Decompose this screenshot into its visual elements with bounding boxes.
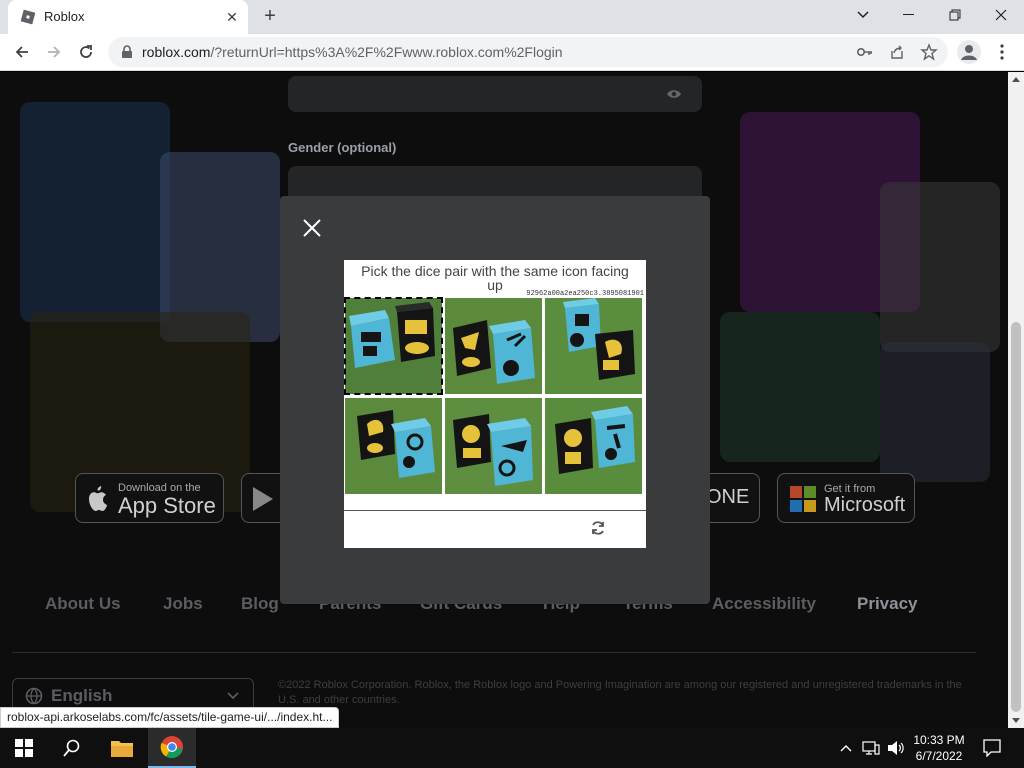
captcha-tile-5[interactable] — [445, 398, 542, 494]
clock-date: 6/7/2022 — [915, 749, 963, 763]
dice-pair-image — [445, 298, 542, 394]
footer-link-jobs[interactable]: Jobs — [163, 594, 203, 614]
minimize-button[interactable] — [886, 0, 932, 30]
clock-time: 10:33 PM — [913, 733, 965, 747]
language-value: English — [51, 686, 113, 705]
search-button[interactable] — [48, 728, 96, 768]
network-icon — [862, 741, 880, 755]
background-thumbnail — [20, 102, 170, 322]
dice-pair-image — [445, 398, 542, 494]
microsoft-logo-icon — [790, 486, 816, 512]
search-icon — [63, 739, 80, 757]
globe-icon — [25, 687, 43, 705]
background-thumbnail — [880, 182, 1000, 352]
address-bar[interactable]: roblox.com/?returnUrl=https%3A%2F%2Fwww.… — [108, 37, 948, 67]
xbox-one-text: ONE — [706, 486, 750, 508]
page-scrollbar[interactable] — [1008, 72, 1024, 728]
scroll-up-icon[interactable] — [1012, 76, 1020, 84]
gender-label: Gender (optional) — [288, 140, 397, 155]
password-field[interactable] — [288, 76, 702, 112]
key-icon[interactable] — [856, 43, 874, 61]
bookmark-star-icon[interactable] — [920, 43, 938, 61]
browser-toolbar: roblox.com/?returnUrl=https%3A%2F%2Fwww.… — [0, 34, 1024, 71]
google-play-icon — [253, 487, 273, 511]
captcha-tile-3[interactable] — [545, 298, 642, 394]
restore-button[interactable] — [932, 0, 978, 30]
tab-search-chevron-icon[interactable] — [840, 0, 886, 30]
close-window-button[interactable] — [978, 0, 1024, 30]
scroll-thumb[interactable] — [1011, 322, 1021, 712]
captcha-tile-2[interactable] — [445, 298, 542, 394]
url-text[interactable]: roblox.com/?returnUrl=https%3A%2F%2Fwww.… — [142, 44, 563, 60]
link-status-bar: roblox-api.arkoselabs.com/fc/assets/tile… — [0, 707, 340, 728]
reload-button[interactable] — [72, 38, 100, 66]
microsoft-big-text: Microsoft — [824, 494, 906, 516]
background-thumbnail — [720, 312, 880, 462]
windows-logo-icon — [15, 739, 33, 757]
dice-pair-image — [345, 398, 442, 494]
dice-pair-image — [545, 398, 642, 494]
captcha-modal: Pick the dice pair with the same icon fa… — [280, 196, 710, 604]
file-explorer-button[interactable] — [98, 728, 146, 768]
app-store-badge[interactable]: Download on the App Store — [75, 473, 224, 523]
speaker-icon — [888, 741, 904, 755]
chevron-down-icon — [227, 692, 239, 700]
background-thumbnail — [880, 342, 990, 482]
new-tab-button[interactable]: + — [258, 5, 282, 29]
footer-link-blog[interactable]: Blog — [241, 594, 279, 614]
folder-icon — [111, 741, 133, 757]
notification-icon — [983, 739, 1001, 757]
scroll-down-icon[interactable] — [1012, 716, 1020, 724]
dice-pair-image — [545, 298, 642, 394]
url-host: roblox.com — [142, 44, 211, 60]
captcha-divider — [344, 510, 646, 511]
notifications-button[interactable] — [970, 728, 1014, 768]
chrome-icon — [160, 736, 183, 759]
footer-link-accessibility[interactable]: Accessibility — [712, 594, 816, 614]
captcha-session-id: 92962a00a2ea250c3.3895081901 — [526, 290, 644, 298]
start-button[interactable] — [0, 728, 48, 768]
footer-link-about-us[interactable]: About Us — [45, 594, 121, 614]
copyright-text: ©2022 Roblox Corporation. Roblox, the Ro… — [278, 679, 962, 706]
captcha-tile-4[interactable] — [345, 398, 442, 494]
show-password-eye-icon[interactable] — [666, 88, 682, 100]
network-button[interactable] — [858, 728, 884, 768]
captcha-tile-1[interactable] — [344, 297, 443, 395]
roblox-page: Gender (optional) Download on the App St… — [0, 72, 1008, 728]
tab-title: Roblox — [44, 9, 85, 24]
google-play-badge[interactable] — [241, 473, 281, 523]
footer-link-privacy[interactable]: Privacy — [857, 594, 918, 614]
tab-strip: Roblox ✕ + — [0, 0, 1024, 34]
share-icon[interactable] — [888, 43, 906, 61]
show-hidden-icons-button[interactable] — [834, 728, 858, 768]
back-button[interactable] — [8, 38, 36, 66]
lock-icon[interactable] — [120, 45, 134, 59]
captcha-prompt: Pick the dice pair with the same icon fa… — [361, 263, 629, 293]
volume-button[interactable] — [884, 728, 908, 768]
tab-roblox[interactable]: Roblox ✕ — [8, 0, 248, 34]
close-icon[interactable] — [302, 218, 322, 238]
dice-pair-image — [345, 298, 442, 394]
tab-close-icon[interactable]: ✕ — [222, 7, 242, 27]
captcha-challenge: Pick the dice pair with the same icon fa… — [344, 260, 646, 548]
app-store-big-text: App Store — [118, 493, 216, 518]
captcha-tile-6[interactable] — [545, 398, 642, 494]
roblox-favicon-icon — [20, 9, 36, 25]
chevron-up-icon — [840, 745, 852, 752]
apple-icon — [89, 486, 107, 511]
refresh-icon[interactable] — [590, 520, 606, 536]
footer-divider — [12, 652, 976, 653]
chrome-taskbar-button[interactable] — [148, 728, 196, 768]
browser-menu-icon[interactable] — [990, 40, 1014, 64]
url-path: /?returnUrl=https%3A%2F%2Fwww.roblox.com… — [210, 44, 563, 60]
forward-button[interactable] — [40, 38, 68, 66]
taskbar-clock[interactable]: 10:33 PM 6/7/2022 — [908, 732, 970, 764]
windows-taskbar: 10:33 PM 6/7/2022 — [0, 728, 1024, 768]
profile-avatar-icon[interactable] — [957, 40, 981, 64]
microsoft-store-badge[interactable]: Get it from Microsoft — [777, 473, 915, 523]
